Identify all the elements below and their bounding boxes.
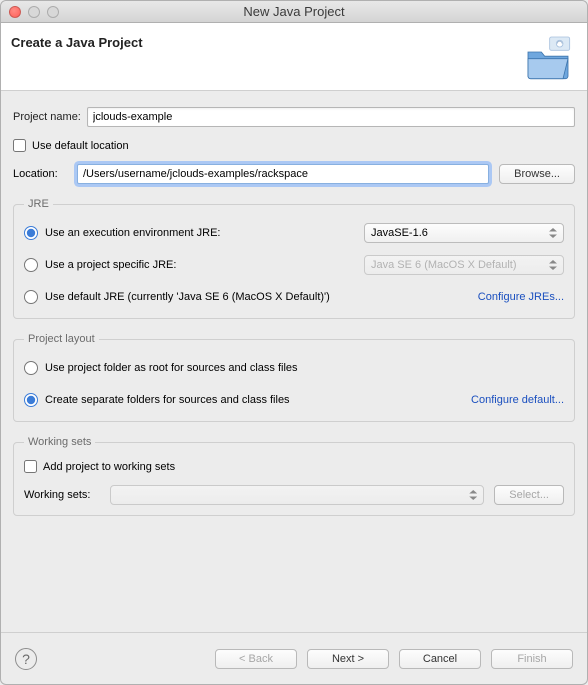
project-name-input[interactable]	[87, 107, 575, 127]
separate-folders-label: Create separate folders for sources and …	[45, 394, 290, 406]
project-specific-radio[interactable]	[24, 258, 38, 272]
project-specific-label: Use a project specific JRE:	[45, 259, 176, 271]
location-row: Location: Browse...	[13, 164, 575, 184]
project-name-label: Project name:	[13, 111, 81, 123]
window-title: New Java Project	[1, 4, 587, 19]
root-folder-label: Use project folder as root for sources a…	[45, 362, 298, 374]
default-jre-radio[interactable]	[24, 290, 38, 304]
next-button[interactable]: Next >	[307, 649, 389, 669]
titlebar: New Java Project	[1, 1, 587, 23]
browse-button[interactable]: Browse...	[499, 164, 575, 184]
configure-jres-link[interactable]: Configure JREs...	[478, 291, 564, 303]
use-default-location-row: Use default location	[13, 139, 575, 152]
select-working-sets-button: Select...	[494, 485, 564, 505]
root-folder-option[interactable]: Use project folder as root for sources a…	[24, 361, 298, 375]
close-icon[interactable]	[9, 6, 21, 18]
add-working-sets-label: Add project to working sets	[43, 461, 175, 473]
exec-env-select[interactable]: JavaSE-1.6	[364, 223, 564, 243]
separate-folders-radio[interactable]	[24, 393, 38, 407]
root-folder-radio[interactable]	[24, 361, 38, 375]
location-label: Location:	[13, 168, 67, 180]
traffic-lights	[9, 6, 59, 18]
project-specific-select: Java SE 6 (MacOS X Default)	[364, 255, 564, 275]
finish-button: Finish	[491, 649, 573, 669]
footer-buttons: < Back Next > Cancel Finish	[215, 649, 573, 669]
jre-group: JRE Use an execution environment JRE: Ja…	[13, 198, 575, 319]
project-specific-option[interactable]: Use a project specific JRE:	[24, 258, 176, 272]
maximize-icon[interactable]	[47, 6, 59, 18]
working-sets-label: Working sets:	[24, 489, 100, 501]
help-icon[interactable]: ?	[15, 648, 37, 670]
add-working-sets-checkbox[interactable]	[24, 460, 37, 473]
separate-folders-option[interactable]: Create separate folders for sources and …	[24, 393, 290, 407]
back-button: < Back	[215, 649, 297, 669]
use-default-location-label: Use default location	[32, 140, 129, 152]
working-sets-select	[110, 485, 484, 505]
project-name-row: Project name:	[13, 107, 575, 127]
wizard-image-folder-icon	[523, 33, 573, 84]
working-sets-group: Working sets Add project to working sets…	[13, 436, 575, 516]
footer: ? < Back Next > Cancel Finish	[1, 632, 587, 684]
exec-env-radio[interactable]	[24, 226, 38, 240]
add-working-sets-row: Add project to working sets	[24, 460, 564, 473]
default-jre-option[interactable]: Use default JRE (currently 'Java SE 6 (M…	[24, 290, 330, 304]
content-area: Project name: Use default location Locat…	[1, 91, 587, 632]
use-default-location-checkbox[interactable]	[13, 139, 26, 152]
jre-legend: JRE	[24, 198, 53, 210]
location-input[interactable]	[77, 164, 489, 184]
working-sets-legend: Working sets	[24, 436, 95, 448]
exec-env-option[interactable]: Use an execution environment JRE:	[24, 226, 220, 240]
layout-group: Project layout Use project folder as roo…	[13, 333, 575, 422]
cancel-button[interactable]: Cancel	[399, 649, 481, 669]
banner: Create a Java Project	[1, 23, 587, 91]
minimize-icon[interactable]	[28, 6, 40, 18]
configure-default-link[interactable]: Configure default...	[471, 394, 564, 406]
working-sets-row: Working sets: Select...	[24, 485, 564, 505]
exec-env-label: Use an execution environment JRE:	[45, 227, 220, 239]
page-title: Create a Java Project	[11, 35, 143, 50]
layout-legend: Project layout	[24, 333, 99, 345]
default-jre-label: Use default JRE (currently 'Java SE 6 (M…	[45, 291, 330, 303]
